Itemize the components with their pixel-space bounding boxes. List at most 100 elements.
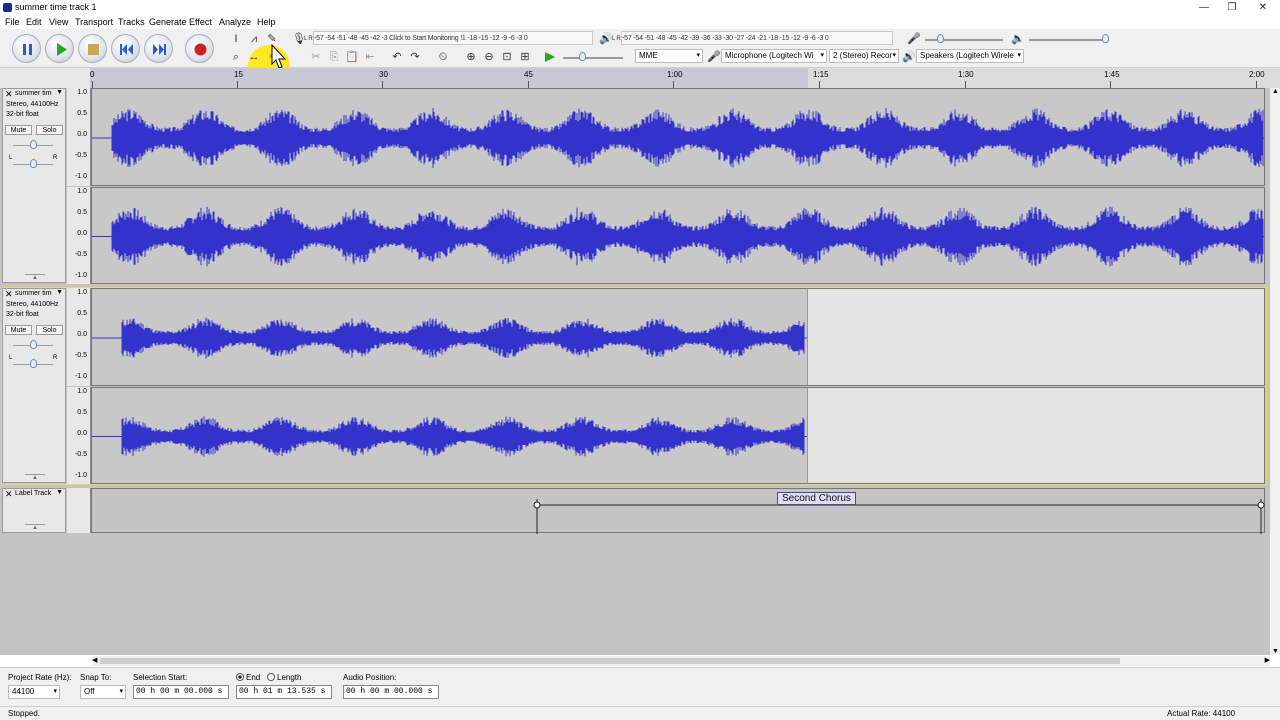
sync-lock-icon[interactable]: ⏲ <box>435 49 451 65</box>
play-at-speed-slider[interactable] <box>563 57 623 59</box>
ruler-tick-label: 1:30 <box>958 70 974 79</box>
selection-tool-icon[interactable]: I <box>228 31 244 47</box>
minimize-button[interactable]: — <box>1189 0 1219 15</box>
audio-position-label: Audio Position: <box>343 673 397 682</box>
recording-volume-icon: 🎤 <box>907 33 921 45</box>
audio-position-field[interactable]: 00 h 00 m 00.000 s <box>343 685 439 699</box>
scroll-up-icon[interactable]: ▲ <box>1272 88 1279 95</box>
cut-icon[interactable]: ✂ <box>308 49 324 65</box>
record-meter[interactable]: -57 -54 -51 -48 -45 -42 -3 Click to Star… <box>313 31 593 45</box>
recording-channels-select[interactable]: 2 (Stereo) Recor ▾ <box>829 49 899 63</box>
zoom-in-icon[interactable]: ⊕ <box>463 49 479 65</box>
zoom-out-icon[interactable]: ⊖ <box>481 49 497 65</box>
label-second-chorus[interactable]: Second Chorus <box>777 492 856 505</box>
solo-button[interactable]: Solo <box>36 125 63 135</box>
vertical-scrollbar[interactable]: ▲ ▼ <box>1270 88 1280 655</box>
undo-icon[interactable]: ↶ <box>389 49 405 65</box>
scale-label: 0.5 <box>77 110 87 117</box>
zoom-tool-icon[interactable]: ⌕ <box>228 49 244 65</box>
mute-button[interactable]: Mute <box>5 125 32 135</box>
close-track-icon[interactable]: ✕ <box>5 89 13 100</box>
length-radio-indicator[interactable] <box>267 673 275 681</box>
end-radio-indicator[interactable] <box>236 673 244 681</box>
playback-volume-slider[interactable] <box>1029 39 1109 41</box>
menu-generate[interactable]: Generate <box>149 17 187 27</box>
play-at-speed-thumb[interactable] <box>579 52 586 61</box>
recording-channels-value: 2 (Stereo) Recor <box>833 51 893 60</box>
pan-slider-thumb[interactable] <box>30 159 37 168</box>
horizontal-scroll-thumb[interactable] <box>100 658 1120 664</box>
menu-bar: File Edit View Transport Tracks Generate… <box>0 15 1280 29</box>
label-track-area[interactable]: Second Chorus <box>91 488 1265 534</box>
skip-to-start-button[interactable] <box>111 34 140 63</box>
paste-icon[interactable]: 📋 <box>344 49 360 65</box>
selection-end-field[interactable]: 00 h 01 m 13.535 s <box>236 685 332 699</box>
menu-help[interactable]: Help <box>257 17 276 27</box>
scroll-down-icon[interactable]: ▼ <box>1272 648 1279 655</box>
menu-edit[interactable]: Edit <box>26 17 42 27</box>
scroll-left-icon[interactable]: ◀ <box>92 656 97 664</box>
maximize-button[interactable]: ❐ <box>1217 0 1247 15</box>
menu-transport[interactable]: Transport <box>75 17 113 27</box>
recording-device-select[interactable]: Microphone (Logitech Wi ▾ <box>721 49 827 63</box>
track-1-left-scale: 1.0 0.5 0.0 -0.5 -1.0 <box>67 88 91 186</box>
selection-start-field[interactable]: 00 h 00 m 00.000 s <box>133 685 229 699</box>
ruler-play-region[interactable] <box>90 68 808 88</box>
project-rate-select[interactable]: 44100 ▾ <box>8 685 60 699</box>
horizontal-scrollbar[interactable]: ◀ ▶ <box>92 656 1270 666</box>
track-1-right-waveform[interactable] <box>91 187 1265 284</box>
scroll-right-icon[interactable]: ▶ <box>1265 656 1270 664</box>
recording-volume-thumb[interactable] <box>937 34 944 43</box>
tracks-area[interactable]: ✕ summer tim ▼ Stereo, 44100Hz 32-bit fl… <box>0 88 1270 655</box>
actual-rate-text: Actual Rate: 44100 <box>1167 709 1236 718</box>
length-radio[interactable]: Length <box>267 673 301 682</box>
track-menu-arrow-icon[interactable]: ▼ <box>56 89 63 96</box>
gain-slider-thumb[interactable] <box>30 140 37 149</box>
menu-tracks[interactable]: Tracks <box>118 17 145 27</box>
audacity-app-icon <box>3 3 12 12</box>
track-1-left-waveform[interactable] <box>91 88 1265 186</box>
fit-project-icon[interactable]: ⊞ <box>517 49 533 65</box>
trim-icon[interactable]: ⇤ <box>362 49 378 65</box>
chevron-down-icon: ▾ <box>696 52 700 59</box>
skip-to-end-button[interactable] <box>144 34 173 63</box>
playback-meter[interactable]: -57 -54 -51 -48 -45 -42 -39 -36 -33 -30 … <box>621 31 893 45</box>
menu-file[interactable]: File <box>5 17 20 27</box>
copy-icon[interactable]: ⎘ <box>326 49 342 65</box>
label-track-control-panel[interactable]: ✕ Label Track ▼ ▲ <box>2 488 66 533</box>
menu-view[interactable]: View <box>49 17 68 27</box>
audio-host-select[interactable]: MME ▾ <box>635 49 703 63</box>
fit-selection-icon[interactable]: ⊡ <box>499 49 515 65</box>
timeline-ruler[interactable]: 0 15 30 45 1:00 1:15 1:30 1:45 2:00 <box>0 68 1280 88</box>
play-at-speed-icon[interactable] <box>543 50 557 64</box>
redo-icon[interactable]: ↷ <box>407 49 423 65</box>
menu-effect[interactable]: Effect <box>189 17 212 27</box>
ruler-tick-mark <box>819 81 820 88</box>
chevron-down-icon: ▾ <box>820 52 824 59</box>
stop-button[interactable] <box>78 34 107 63</box>
pause-button[interactable] <box>12 34 41 63</box>
label-track-name-menu[interactable]: Label Track <box>15 490 51 497</box>
playback-volume-thumb[interactable] <box>1102 34 1109 43</box>
waveform-left-channel <box>92 107 1264 169</box>
end-radio[interactable]: End <box>236 673 260 682</box>
menu-analyze[interactable]: Analyze <box>219 17 251 27</box>
time-shift-tool-icon[interactable]: ↔ <box>246 49 262 65</box>
close-window-button[interactable]: ✕ <box>1248 0 1278 15</box>
track-menu-arrow-icon[interactable]: ▼ <box>56 489 63 496</box>
track-name-menu[interactable]: summer tim <box>15 90 52 97</box>
selected-track-outline <box>1 287 1267 485</box>
collapse-track-icon[interactable]: ▲ <box>25 274 45 282</box>
play-meter-channel-label: L R <box>612 36 621 42</box>
track-format: Stereo, 44100Hz <box>6 101 59 108</box>
close-track-icon[interactable]: ✕ <box>5 489 13 500</box>
project-rate-label: Project Rate (Hz): <box>8 673 72 682</box>
collapse-track-icon[interactable]: ▲ <box>25 524 45 532</box>
playback-device-select[interactable]: Speakers (Logitech Wirele ▾ <box>916 49 1024 63</box>
envelope-tool-icon[interactable]: ⩘ <box>246 31 262 47</box>
track-1-control-panel[interactable]: ✕ summer tim ▼ Stereo, 44100Hz 32-bit fl… <box>2 88 66 283</box>
ruler-tick-mark <box>382 81 383 88</box>
record-button[interactable] <box>185 34 214 63</box>
snap-to-select[interactable]: Off ▾ <box>80 685 126 699</box>
play-button[interactable] <box>45 34 74 63</box>
